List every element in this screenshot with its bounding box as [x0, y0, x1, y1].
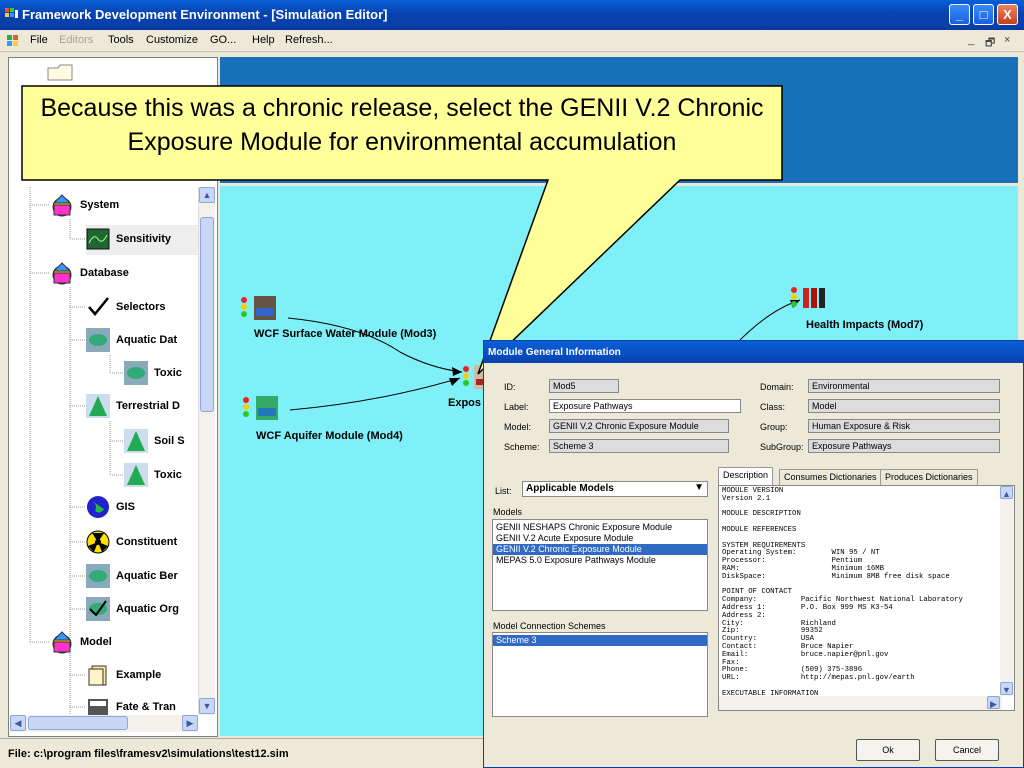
scheme-label: Scheme:	[504, 442, 540, 452]
module-tree: System Sensitivity Database Selectors Aq…	[10, 187, 198, 715]
domain-label: Domain:	[760, 382, 794, 392]
description-horizontal-scrollbar[interactable]: ▶	[719, 696, 1002, 710]
globe-icon	[87, 496, 109, 518]
node-label-aquifer[interactable]: WCF Aquifer Module (Mod4)	[256, 430, 403, 442]
scroll-up-icon[interactable]: ▲	[199, 187, 215, 203]
node-label-exposure[interactable]: Expos	[448, 397, 481, 409]
scroll-right-icon[interactable]: ▶	[182, 715, 198, 731]
fish-icon	[124, 361, 148, 385]
maximize-button[interactable]: □	[973, 4, 994, 25]
scroll-up-icon[interactable]: ▲	[1000, 486, 1013, 499]
tab-consumes-dictionaries[interactable]: Consumes Dictionaries	[779, 469, 882, 485]
fish-icon	[86, 597, 110, 621]
tree-icon	[124, 429, 148, 453]
tree-icon	[86, 394, 110, 418]
menu-customize[interactable]: Customize	[146, 34, 198, 46]
model-label: Model:	[504, 422, 532, 432]
group-field: Human Exposure & Risk	[808, 419, 1000, 433]
app-icon	[5, 8, 18, 18]
sensitivity-icon	[86, 228, 110, 250]
scroll-down-icon[interactable]: ▼	[1000, 682, 1013, 695]
window-title: Framework Development Environment - [Sim…	[22, 7, 388, 22]
model-list-item-selected[interactable]: GENII V.2 Chronic Exposure Module	[493, 544, 707, 555]
list-label: List:	[495, 486, 512, 496]
menu-refresh[interactable]: Refresh...	[285, 34, 333, 46]
module-info-dialog: Module General Information ID: Mod5 Labe…	[483, 340, 1024, 768]
model-list-item[interactable]: GENII NESHAPS Chronic Exposure Module	[493, 522, 707, 533]
menu-editors[interactable]: Editors	[59, 34, 93, 46]
node-label-health-impacts[interactable]: Health Impacts (Mod7)	[806, 319, 923, 331]
cancel-button[interactable]: Cancel	[935, 739, 999, 761]
fish-icon	[86, 328, 110, 352]
mdi-close-button[interactable]: ×	[1004, 34, 1010, 46]
domain-field: Environmental	[808, 379, 1000, 393]
system-icon	[52, 194, 72, 217]
fish-icon	[86, 564, 110, 588]
menu-file[interactable]: File	[30, 34, 48, 46]
label-label: Label:	[504, 402, 529, 412]
class-field: Model	[808, 399, 1000, 413]
scroll-right-icon[interactable]: ▶	[987, 696, 1000, 709]
subgroup-label: SubGroup:	[760, 442, 804, 452]
tree-horizontal-scrollbar[interactable]: ◀ ▶	[10, 715, 198, 732]
close-button[interactable]: X	[997, 4, 1018, 25]
models-label: Models	[493, 507, 523, 517]
document-icon	[7, 35, 18, 46]
model-list-item[interactable]: GENII V.2 Acute Exposure Module	[493, 533, 707, 544]
radiation-icon	[86, 530, 110, 554]
model-field: GENII V.2 Chronic Exposure Module	[549, 419, 729, 433]
description-scrollbar[interactable]: ▲ ▼	[1000, 486, 1014, 696]
title-bar: Framework Development Environment - [Sim…	[0, 0, 1024, 30]
dialog-title: Module General Information	[484, 341, 1024, 363]
id-field: Mod5	[549, 379, 619, 393]
model-list-item[interactable]: MEPAS 5.0 Exposure Pathways Module	[493, 555, 707, 566]
scheme-field: Scheme 3	[549, 439, 729, 453]
subgroup-field: Exposure Pathways	[808, 439, 1000, 453]
schemes-list[interactable]: Scheme 3	[492, 632, 708, 717]
description-textbox[interactable]: MODULE VERSION Version 2.1 MODULE DESCRI…	[718, 485, 1015, 711]
menu-tools[interactable]: Tools	[108, 34, 134, 46]
health-impacts-icon[interactable]	[788, 284, 828, 314]
class-label: Class:	[760, 402, 786, 412]
label-input[interactable]: Exposure Pathways	[549, 399, 741, 413]
node-label-surface-water[interactable]: WCF Surface Water Module (Mod3)	[254, 328, 436, 340]
tree-vertical-scrollbar[interactable]: ▲ ▼	[198, 187, 215, 715]
checkmark-icon	[88, 297, 109, 316]
example-icon	[88, 665, 107, 686]
aquifer-module-icon[interactable]	[240, 394, 280, 424]
scroll-left-icon[interactable]: ◀	[10, 715, 26, 731]
menu-go[interactable]: GO...	[210, 34, 236, 46]
status-file-path: File: c:\program files\framesv2\simulati…	[8, 748, 289, 760]
folder-icon	[47, 64, 73, 81]
chevron-down-icon[interactable]: ▼	[694, 482, 704, 493]
list-select[interactable]: Applicable Models ▼	[522, 481, 708, 497]
mdi-minimize-button[interactable]: _	[968, 34, 974, 46]
tab-description[interactable]: Description	[718, 467, 774, 485]
scheme-list-item-selected[interactable]: Scheme 3	[493, 635, 707, 646]
menu-help[interactable]: Help	[252, 34, 275, 46]
tab-produces-dictionaries[interactable]: Produces Dictionaries	[880, 469, 978, 485]
database-icon	[52, 262, 72, 285]
scroll-thumb[interactable]	[200, 217, 214, 412]
ok-button[interactable]: Ok	[856, 739, 920, 761]
group-label: Group:	[760, 422, 788, 432]
minimize-button[interactable]: _	[949, 4, 970, 25]
model-icon	[52, 631, 72, 654]
mdi-restore-button[interactable]: 🗗	[985, 34, 995, 53]
tree-item-sensitivity[interactable]: Sensitivity	[86, 225, 198, 255]
surface-water-module-icon[interactable]	[238, 294, 278, 324]
horizontal-scroll-thumb[interactable]	[28, 716, 128, 730]
tree-icon	[124, 463, 148, 487]
schemes-label: Model Connection Schemes	[493, 621, 606, 631]
fate-icon	[88, 699, 108, 715]
menu-bar: File Editors Tools Customize GO... Help …	[0, 30, 1024, 52]
callout-text: Because this was a chronic release, sele…	[40, 94, 764, 156]
id-label: ID:	[504, 382, 516, 392]
description-text: MODULE VERSION Version 2.1 MODULE DESCRI…	[722, 487, 963, 710]
models-list[interactable]: GENII NESHAPS Chronic Exposure Module GE…	[492, 519, 708, 611]
scroll-down-icon[interactable]: ▼	[199, 698, 215, 714]
